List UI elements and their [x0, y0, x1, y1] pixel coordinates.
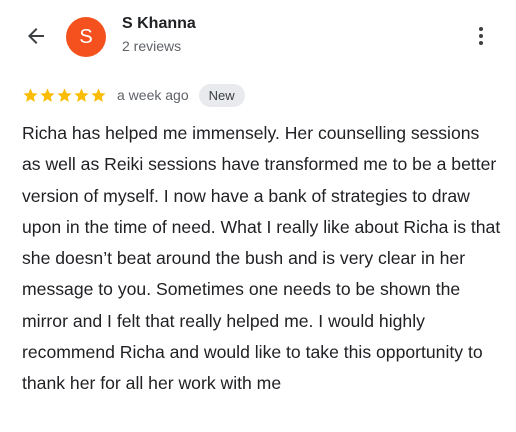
- star-rating: [22, 87, 107, 104]
- arrow-back-icon: [28, 28, 44, 44]
- star-icon: [74, 87, 89, 102]
- review-time: a week ago: [117, 87, 189, 103]
- avatar[interactable]: S: [66, 17, 106, 57]
- review-text: Richa has helped me immensely. Her couns…: [22, 123, 501, 394]
- more-vert-icon: [479, 27, 483, 45]
- back-button[interactable]: [20, 20, 52, 52]
- new-badge: New: [198, 83, 245, 107]
- star-icon: [23, 87, 38, 102]
- avatar-letter: S: [79, 25, 93, 48]
- more-options-button[interactable]: [466, 20, 496, 52]
- rating-row: a week ago New: [22, 83, 245, 107]
- star-icon: [91, 87, 106, 102]
- review-card: S S Khanna 2 reviews a week ago New Rich…: [0, 0, 516, 432]
- reviewer-review-count: 2 reviews: [122, 38, 182, 54]
- star-icon: [57, 87, 72, 102]
- reviewer-name[interactable]: S Khanna: [122, 15, 196, 33]
- star-icon: [40, 87, 55, 102]
